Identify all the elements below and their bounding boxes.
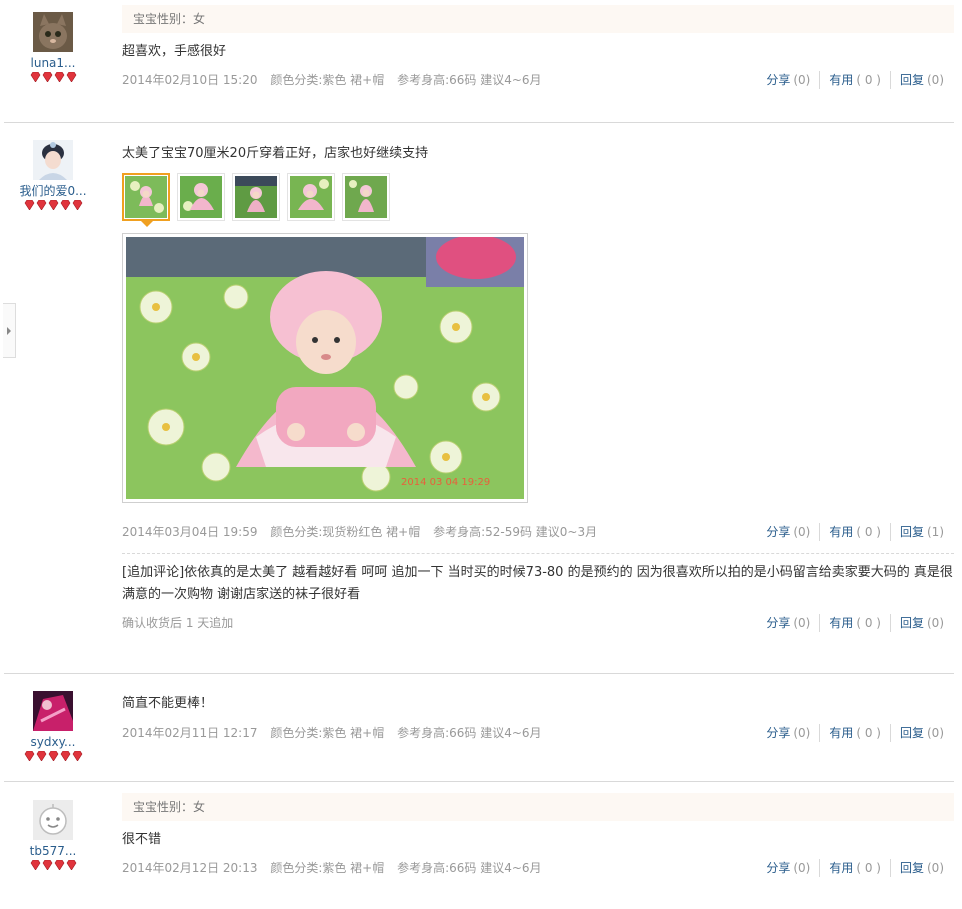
rank-gems [14,860,92,872]
baby-gender: 宝宝性别：女 [122,793,954,821]
reviewer-name[interactable]: luna1... [14,56,92,70]
photo-thumb-1[interactable] [122,173,170,227]
useful-button[interactable]: 有用( 0 ) [819,724,890,742]
review-text: 超喜欢，手感很好 [122,44,227,59]
useful-button[interactable]: 有用( 0 ) [819,859,890,877]
rank-gem-icon [30,860,40,870]
size-variant: 参考身高:66码 建议4~6月 [397,73,542,87]
avatar-girl[interactable] [33,140,73,180]
rank-gem-icon [60,751,70,761]
baby-gender: 宝宝性别：女 [122,5,954,33]
side-collapse-handle[interactable] [3,303,16,358]
reviewer-name[interactable]: sydxy... [14,735,92,749]
useful-button[interactable]: 有用( 0 ) [819,71,890,89]
reviewer-3: sydxy... [14,691,92,763]
review-date: 2014年02月12日 20:13 [122,861,258,875]
rank-gem-icon [42,860,52,870]
review-actions: 分享 (0) 有用( 0 ) 回复 (0) [757,859,944,877]
review-divider [4,122,954,123]
reply-button[interactable]: 回复 (0) [889,614,944,632]
rank-gem-icon [66,72,76,82]
rank-gem-icon [54,72,64,82]
color-variant: 颜色分类:紫色 裙+帽 [270,726,385,740]
reviewer-4: tb577... [14,800,92,872]
rank-gem-icon [54,860,64,870]
review-text: 很不错 [122,832,162,847]
reviewer-name[interactable]: 我们的爱0... [14,184,92,198]
rank-gem-icon [36,751,46,761]
append-review-text: [追加评论]依依真的是太美了 越看越好看 呵呵 追加一下 当时买的时候73-80… [122,565,953,602]
reviewer-2: 我们的爱0... [14,140,92,212]
photo-thumb-2[interactable] [177,173,225,221]
review-4-content: 宝宝性别：女 很不错 2014年02月12日 20:13 颜色分类:紫色 裙+帽… [122,793,954,877]
color-variant: 颜色分类:紫色 裙+帽 [270,73,385,87]
share-button[interactable]: 分享 (0) [757,523,819,541]
review-divider [4,781,954,782]
color-variant: 颜色分类:紫色 裙+帽 [270,861,385,875]
reply-button[interactable]: 回复 (0) [889,724,944,742]
review-3-content: 简直不能更棒！ 2014年02月11日 12:17 颜色分类:紫色 裙+帽 参考… [122,693,954,742]
rank-gem-icon [72,200,82,210]
review-actions: 分享 (0) 有用( 0 ) 回复 (0) [757,71,944,89]
photo-thumb-4[interactable] [287,173,335,221]
rank-gem-icon [42,72,52,82]
photo-thumb-5[interactable] [342,173,390,221]
append-meta: 确认收货后 1 天追加 分享 (0) 有用( 0 ) 回复 (0) [122,614,954,632]
review-date: 2014年02月10日 15:20 [122,73,258,87]
reply-button[interactable]: 回复 (1) [889,523,944,541]
rank-gems [14,751,92,763]
useful-button[interactable]: 有用( 0 ) [819,523,890,541]
review-text: 太美了宝宝70厘米20斤穿着正好，店家也好继续支持 [122,146,429,161]
review-date: 2014年02月11日 12:17 [122,726,258,740]
size-variant: 参考身高:52-59码 建议0~3月 [433,525,598,539]
photo-thumbnails [122,173,954,227]
photo-thumb-3[interactable] [232,173,280,221]
size-variant: 参考身高:66码 建议4~6月 [397,861,542,875]
reply-button[interactable]: 回复 (0) [889,71,944,89]
review-actions: 分享 (0) 有用( 0 ) 回复 (0) [757,724,944,742]
review-2-content: 太美了宝宝70厘米20斤穿着正好，店家也好继续支持 2014 03 04 19:… [122,143,954,632]
append-divider [122,553,954,554]
review-meta: 2014年03月04日 19:59 颜色分类:现货粉红色 裙+帽 参考身高:52… [122,523,954,541]
rank-gems [14,72,92,84]
append-time: 确认收货后 1 天追加 [122,616,234,630]
rank-gem-icon [24,200,34,210]
review-divider [4,673,954,674]
rank-gem-icon [66,860,76,870]
rank-gem-icon [48,200,58,210]
photo-preview[interactable]: 2014 03 04 19:29 [122,233,528,503]
rank-gem-icon [36,200,46,210]
reply-button[interactable]: 回复 (0) [889,859,944,877]
rank-gem-icon [72,751,82,761]
review-meta: 2014年02月11日 12:17 颜色分类:紫色 裙+帽 参考身高:66码 建… [122,724,954,742]
share-button[interactable]: 分享 (0) [757,71,819,89]
review-meta: 2014年02月10日 15:20 颜色分类:紫色 裙+帽 参考身高:66码 建… [122,71,954,89]
review-1-content: 宝宝性别：女 超喜欢，手感很好 2014年02月10日 15:20 颜色分类:紫… [122,5,954,89]
review-date: 2014年03月04日 19:59 [122,525,258,539]
reviewer-name[interactable]: tb577... [14,844,92,858]
baby-photo: 2014 03 04 19:29 [126,235,524,499]
photo-timestamp: 2014 03 04 19:29 [401,477,490,488]
avatar-pink[interactable] [33,691,73,731]
review-meta: 2014年02月12日 20:13 颜色分类:紫色 裙+帽 参考身高:66码 建… [122,859,954,877]
rank-gem-icon [30,72,40,82]
rank-gems [14,200,92,212]
review-text: 简直不能更棒！ [122,696,214,711]
avatar-cat[interactable] [33,12,73,52]
size-variant: 参考身高:66码 建议4~6月 [397,726,542,740]
share-button[interactable]: 分享 (0) [757,859,819,877]
rank-gem-icon [60,200,70,210]
share-button[interactable]: 分享 (0) [757,614,819,632]
append-actions: 分享 (0) 有用( 0 ) 回复 (0) [757,614,944,632]
rank-gem-icon [24,751,34,761]
reviewer-1: luna1... [14,12,92,84]
useful-button[interactable]: 有用( 0 ) [819,614,890,632]
share-button[interactable]: 分享 (0) [757,724,819,742]
rank-gem-icon [48,751,58,761]
color-variant: 颜色分类:现货粉红色 裙+帽 [270,525,421,539]
side-collapse-arrow-icon [7,326,11,335]
avatar-default[interactable] [33,800,73,840]
review-actions: 分享 (0) 有用( 0 ) 回复 (1) [757,523,944,541]
